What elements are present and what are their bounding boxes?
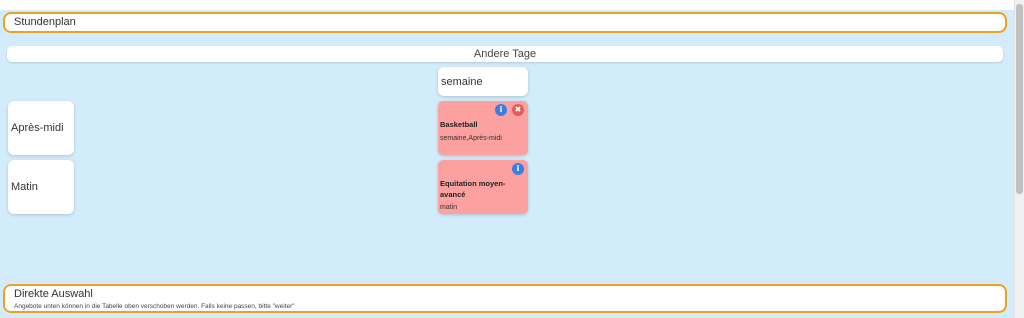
- day-label: semaine: [441, 75, 483, 88]
- activity-meta: matin: [440, 204, 458, 211]
- info-icon[interactable]: i: [495, 104, 507, 116]
- direct-selection-panel[interactable]: Direkte Auswahl Angebote unten können in…: [3, 284, 1007, 313]
- slot-label: Matin: [11, 181, 38, 193]
- direct-selection-description: Angebote unten können in die Tabelle obe…: [14, 303, 295, 310]
- info-icon[interactable]: i: [512, 163, 524, 175]
- top-strip: [0, 0, 1024, 10]
- activity-meta: semaine,Après-midi: [440, 135, 502, 142]
- activity-title: Basketball: [440, 120, 478, 129]
- schedule-title: Stundenplan: [14, 16, 76, 28]
- activity-title: Equitation moyen-avancé: [440, 179, 506, 199]
- activity-card-equitation[interactable]: i Equitation moyen-avancé matin: [438, 160, 528, 214]
- tab-other-days[interactable]: Andere Tage: [7, 46, 1003, 62]
- close-icon[interactable]: ✖: [512, 104, 524, 116]
- slot-apres-midi: Après-midi: [8, 101, 74, 155]
- schedule-panel-header[interactable]: Stundenplan: [3, 12, 1007, 33]
- scrollbar-thumb[interactable]: [1016, 4, 1023, 194]
- direct-selection-title: Direkte Auswahl: [14, 288, 93, 300]
- slot-matin: Matin: [8, 160, 74, 214]
- page-scrollbar[interactable]: [1014, 0, 1024, 318]
- tab-label: Andere Tage: [473, 48, 537, 60]
- day-header-semaine: semaine: [438, 67, 528, 96]
- activity-card-basketball[interactable]: i ✖ Basketball semaine,Après-midi: [438, 101, 528, 155]
- slot-label: Après-midi: [11, 122, 64, 134]
